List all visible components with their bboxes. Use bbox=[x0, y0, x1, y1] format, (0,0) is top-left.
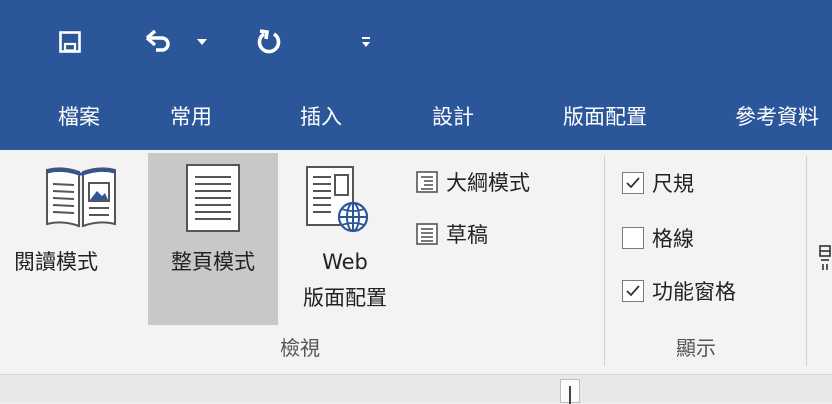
gridlines-label: 格線 bbox=[652, 227, 694, 251]
undo-icon bbox=[145, 29, 170, 52]
save-icon bbox=[59, 31, 81, 53]
ribbon-tabs: 檔案 常用 插入 設計 版面配置 參考資料 bbox=[0, 88, 832, 150]
truncated-next-button[interactable] bbox=[818, 242, 832, 272]
navigation-pane-checkbox[interactable]: 功能窗格 bbox=[622, 274, 736, 308]
gridlines-checkbox[interactable]: 格線 bbox=[622, 221, 694, 255]
print-layout-label: 整頁模式 bbox=[171, 250, 255, 274]
tab-insert[interactable]: 插入 bbox=[300, 102, 342, 132]
tab-file[interactable]: 檔案 bbox=[58, 102, 100, 132]
checkbox-box bbox=[622, 280, 644, 302]
tab-design[interactable]: 設計 bbox=[432, 102, 474, 132]
ruler-label: 尺規 bbox=[652, 172, 694, 196]
checkmark-icon bbox=[626, 285, 640, 297]
draft-label: 草稿 bbox=[446, 223, 488, 247]
quick-access-toolbar bbox=[0, 0, 832, 88]
group-separator bbox=[806, 156, 807, 366]
chevron-down-icon bbox=[197, 39, 207, 45]
read-mode-icon bbox=[46, 167, 116, 228]
undo-button[interactable] bbox=[140, 20, 178, 64]
read-mode-label: 閱讀模式 bbox=[14, 250, 98, 274]
print-layout-icon bbox=[186, 164, 240, 232]
web-layout-icon bbox=[306, 166, 369, 233]
customize-toolbar-button[interactable] bbox=[354, 20, 378, 64]
tab-layout[interactable]: 版面配置 bbox=[563, 102, 647, 132]
outline-button[interactable]: 大綱模式 bbox=[416, 165, 530, 199]
ribbon-view-panel: 閱讀模式 整頁模式 Web 版面配置 大綱模式 草稿 檢視 尺規 格線 功能窗格… bbox=[0, 150, 832, 375]
view-group-label: 檢視 bbox=[280, 336, 320, 360]
tab-references[interactable]: 參考資料 bbox=[735, 102, 819, 132]
checkmark-icon bbox=[626, 177, 640, 189]
customize-icon bbox=[362, 37, 370, 47]
checkbox-box bbox=[622, 172, 644, 194]
document-ruler-area bbox=[0, 375, 832, 404]
redo-button[interactable] bbox=[250, 20, 290, 64]
draft-button[interactable]: 草稿 bbox=[416, 217, 488, 251]
web-layout-label-line2: 版面配置 bbox=[303, 286, 387, 310]
read-mode-button[interactable]: 閱讀模式 bbox=[14, 153, 154, 325]
ruler-checkbox[interactable]: 尺規 bbox=[622, 166, 694, 200]
navigation-pane-label: 功能窗格 bbox=[652, 280, 736, 304]
web-layout-button[interactable]: Web 版面配置 bbox=[285, 153, 405, 325]
ruler-tab-stop[interactable] bbox=[560, 379, 580, 404]
outline-label: 大綱模式 bbox=[446, 171, 530, 195]
undo-dropdown-button[interactable] bbox=[190, 20, 214, 64]
tab-home[interactable]: 常用 bbox=[170, 102, 212, 132]
web-layout-label-line1: Web bbox=[322, 250, 368, 274]
checkbox-box bbox=[622, 227, 644, 249]
save-button[interactable] bbox=[50, 20, 90, 64]
group-separator bbox=[604, 156, 605, 366]
outline-icon bbox=[416, 171, 438, 193]
draft-icon bbox=[416, 223, 438, 245]
show-group-label: 顯示 bbox=[676, 336, 716, 360]
redo-icon bbox=[257, 29, 281, 54]
print-layout-button[interactable]: 整頁模式 bbox=[148, 153, 278, 325]
